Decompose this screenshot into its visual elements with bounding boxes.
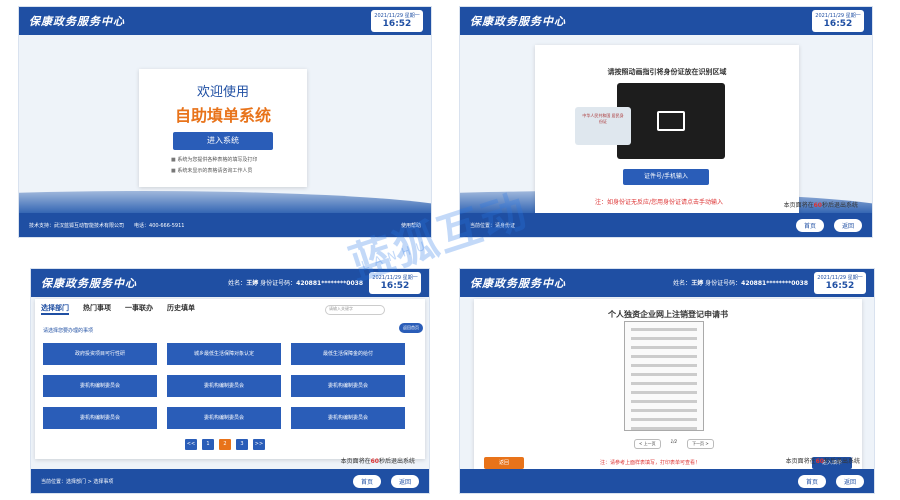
pager-page[interactable]: 3	[236, 439, 248, 450]
welcome-line1: 欢迎使用	[196, 85, 249, 100]
form-preview-image	[624, 321, 704, 431]
manual-input-button[interactable]: 证件号/手机输入	[623, 169, 709, 185]
tab-joint[interactable]: 一事联办	[125, 303, 153, 315]
clock: 2021/11/29 星期一 16:52	[812, 10, 864, 32]
item-button[interactable]: 政府投资项目可行性研	[43, 343, 157, 365]
back-button[interactable]: 返回	[835, 474, 864, 488]
item-button[interactable]: 委机构编制委员会	[43, 375, 157, 397]
note-item: 系统未显示的表格请咨询工作人员	[171, 167, 307, 174]
welcome-line2: 自助填单系统	[174, 106, 271, 125]
page-nav: < 上一页 1/2 下一页 >	[634, 439, 714, 449]
app-title: 保康政务服务中心	[29, 15, 125, 28]
clock-date: 2021/11/29 星期一	[374, 13, 420, 19]
enter-system-button[interactable]: 进入系统	[173, 132, 273, 150]
tab-hot[interactable]: 热门事项	[83, 303, 111, 315]
item-button[interactable]: 委机构编制委员会	[291, 375, 405, 397]
id-card-image: 中华人民共和国 居民身份证	[575, 107, 631, 145]
next-page-button[interactable]: 下一页 >	[687, 439, 714, 449]
instruction: 请按照动画指引将身份证放在识别区域	[607, 68, 727, 76]
item-grid: 政府投资项目可行性研 城乡最低生活保障对象认定 最低生活保障金的给付 委机构编制…	[43, 343, 405, 429]
countdown: 本页面将在60秒后退出系统	[783, 202, 858, 209]
pager-prev[interactable]: <<	[185, 439, 197, 450]
warning-text: 注：如身份证无反应/您用身份证请点击手动输入	[595, 199, 724, 206]
item-button[interactable]: 委机构编制委员会	[167, 375, 281, 397]
clock-time: 16:52	[825, 281, 855, 291]
app-title: 保康政务服务中心	[470, 15, 566, 28]
footer: 首页 返回	[460, 469, 874, 493]
clock-date: 2021/11/29 星期一	[817, 275, 863, 281]
id-card-icon	[657, 111, 685, 131]
department-screen: 保康政务服务中心 姓名：王婷 身份证号码：420881********0038 …	[30, 268, 430, 494]
home-button[interactable]: 首页	[797, 474, 826, 488]
document-card: 个人独资企业网上注销登记申请书 < 上一页 1/2 下一页 > 返回 注：请参考…	[474, 299, 862, 469]
tab-bar: 选择部门 热门事项 一事联办 历史填单	[35, 303, 195, 315]
warning-text: 注：请参考上面样表填写，打印表单可查看！	[600, 460, 701, 466]
phone: 电话：400-666-5911	[134, 222, 185, 229]
back-home-button[interactable]: 返回首页	[399, 323, 423, 333]
pager-page[interactable]: 1	[202, 439, 214, 450]
return-button[interactable]: 返回	[484, 457, 524, 469]
note-item: 系统为您提供各种表格的填写及打印	[171, 156, 307, 163]
clock-date: 2021/11/29 星期一	[815, 13, 861, 19]
welcome-screen: 保康政务服务中心 2021/11/29 星期一 16:52 欢迎使用 自助填单系统…	[18, 6, 432, 238]
search-input[interactable]: 请输入关键字	[325, 305, 385, 315]
notes-list: 系统为您提供各种表格的填写及打印 系统未显示的表格请咨询工作人员	[171, 156, 307, 174]
home-button[interactable]: 首页	[795, 218, 824, 232]
id-card-card: 请按照动画指引将身份证放在识别区域 中华人民共和国 居民身份证 证件号/手机输入…	[535, 45, 799, 215]
card-reader-image	[617, 83, 725, 159]
user-info: 姓名：王婷 身份证号码：420881********0038	[228, 280, 363, 287]
tab-history[interactable]: 历史填单	[167, 303, 195, 315]
location: 当前位置：选择部门 > 选择事项	[41, 478, 114, 485]
clock-time: 16:52	[382, 19, 412, 29]
pager: << 1 2 3 >>	[185, 439, 265, 450]
page-indicator: 1/2	[670, 439, 678, 444]
app-title: 保康政务服务中心	[41, 277, 137, 290]
item-button[interactable]: 委机构编制委员会	[291, 407, 405, 429]
back-button[interactable]: 返回	[833, 218, 862, 232]
tech-support: 技术支持：武汉蓝狐互动智能技术有限公司	[29, 222, 125, 229]
clock-time: 16:52	[823, 19, 853, 29]
clock: 2021/11/29 星期一 16:52	[371, 10, 423, 32]
countdown: 本页面将在60秒后退出系统	[785, 458, 860, 465]
clock: 2021/11/29 星期一 16:52	[814, 272, 866, 294]
app-title: 保康政务服务中心	[470, 277, 566, 290]
item-button[interactable]: 城乡最低生活保障对象认定	[167, 343, 281, 365]
pager-next[interactable]: >>	[253, 439, 265, 450]
pager-page-current[interactable]: 2	[219, 439, 231, 450]
item-button[interactable]: 委机构编制委员会	[43, 407, 157, 429]
hint-text: 请选择您要办理的事项	[43, 328, 94, 334]
item-button[interactable]: 最低生活保障金的给付	[291, 343, 405, 365]
welcome-card: 欢迎使用 自助填单系统 进入系统 系统为您提供各种表格的填写及打印 系统未显示的…	[139, 69, 307, 187]
footer: 当前位置：选择部门 > 选择事项 首页 返回	[31, 469, 429, 493]
prev-page-button[interactable]: < 上一页	[634, 439, 661, 449]
back-button[interactable]: 返回	[390, 474, 419, 488]
user-info: 姓名：王婷 身份证号码：420881********0038	[673, 280, 808, 287]
tab-department[interactable]: 选择部门	[41, 303, 69, 315]
countdown: 本页面将在60秒后退出系统	[340, 458, 415, 465]
home-button[interactable]: 首页	[352, 474, 381, 488]
form-preview-screen: 保康政务服务中心 姓名：王婷 身份证号码：420881********0038 …	[459, 268, 875, 494]
item-button[interactable]: 委机构编制委员会	[167, 407, 281, 429]
document-title: 个人独资企业网上注销登记申请书	[608, 310, 728, 319]
